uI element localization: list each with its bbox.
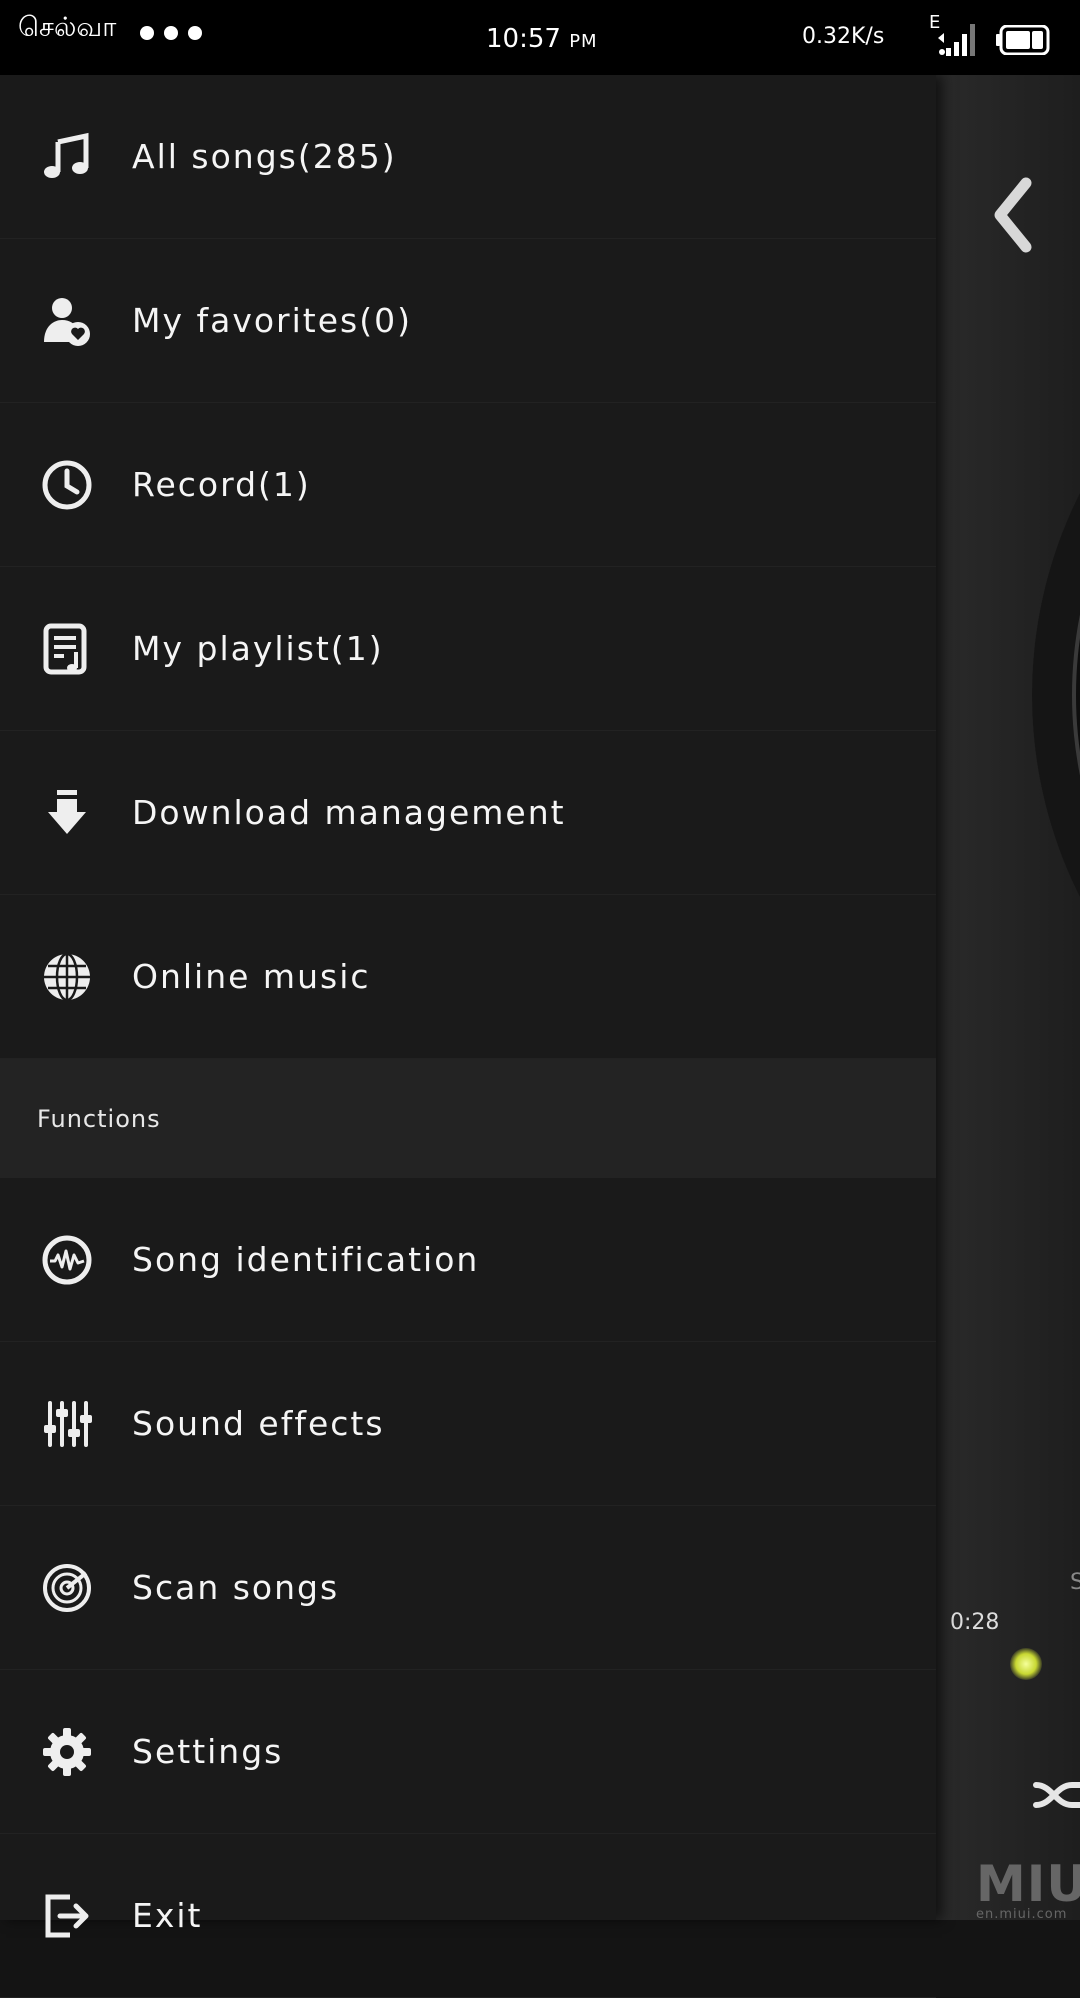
menu-item-scan-songs[interactable]: Scan songs xyxy=(0,1506,936,1670)
favorite-person-icon xyxy=(40,294,94,348)
signal-icon xyxy=(938,24,975,56)
menu-item-online-music[interactable]: Online music xyxy=(0,895,936,1059)
elapsed-time: 0:28 xyxy=(950,1610,1000,1635)
menu-label: Scan songs xyxy=(132,1568,340,1607)
player-panel: S 0:28 MIUI en.miui.com xyxy=(936,75,1080,1920)
menu-label: My favorites(0) xyxy=(132,301,412,340)
menu-item-all-songs[interactable]: All songs(285) xyxy=(0,75,936,239)
radar-icon xyxy=(40,1561,94,1615)
menu-label: Download management xyxy=(132,793,566,832)
music-note-icon xyxy=(40,130,94,184)
menu-item-record[interactable]: Record(1) xyxy=(0,403,936,567)
menu-label: Exit xyxy=(132,1896,203,1935)
menu-item-my-favorites[interactable]: My favorites(0) xyxy=(0,239,936,403)
clock-icon xyxy=(40,458,94,512)
menu-item-download-management[interactable]: Download management xyxy=(0,731,936,895)
status-bar: செல்வா 10:57 PM 0.32K/s E xyxy=(0,0,1080,75)
chevron-left-icon[interactable] xyxy=(988,175,1038,255)
menu-label: Settings xyxy=(132,1732,284,1771)
progress-knob[interactable] xyxy=(1010,1648,1042,1680)
menu-item-my-playlist[interactable]: My playlist(1) xyxy=(0,567,936,731)
section-title: Functions xyxy=(37,1104,161,1133)
menu-label: Song identification xyxy=(132,1240,480,1279)
menu-item-settings[interactable]: Settings xyxy=(0,1670,936,1834)
download-icon xyxy=(40,786,94,840)
menu-label: Online music xyxy=(132,957,371,996)
exit-icon xyxy=(40,1889,94,1943)
carrier-name: செல்வா xyxy=(18,12,117,43)
battery-icon xyxy=(996,25,1050,55)
menu-label: All songs(285) xyxy=(132,137,397,176)
equalizer-icon xyxy=(40,1397,94,1451)
album-disc xyxy=(1032,245,1080,1145)
menu-label: My playlist(1) xyxy=(132,629,384,668)
miui-watermark: MIUI en.miui.com xyxy=(976,1855,1080,1920)
menu-item-exit[interactable]: Exit xyxy=(0,1834,936,1998)
status-time: 10:57 PM xyxy=(486,24,598,54)
globe-icon xyxy=(40,950,94,1004)
network-speed: 0.32K/s xyxy=(802,24,885,49)
playlist-icon xyxy=(40,622,94,676)
menu-item-sound-effects[interactable]: Sound effects xyxy=(0,1342,936,1506)
waveform-icon xyxy=(40,1233,94,1287)
gear-icon xyxy=(40,1725,94,1779)
navigation-drawer: All songs(285) My favorites(0) Record(1)… xyxy=(0,75,936,1998)
menu-label: Sound effects xyxy=(132,1404,385,1443)
menu-label: Record(1) xyxy=(132,465,311,504)
notification-dots-icon xyxy=(140,26,202,40)
shuffle-icon[interactable] xyxy=(1032,1765,1080,1825)
partial-text: S xyxy=(1070,1570,1080,1595)
section-header-functions: Functions xyxy=(0,1059,936,1178)
menu-item-song-identification[interactable]: Song identification xyxy=(0,1178,936,1342)
